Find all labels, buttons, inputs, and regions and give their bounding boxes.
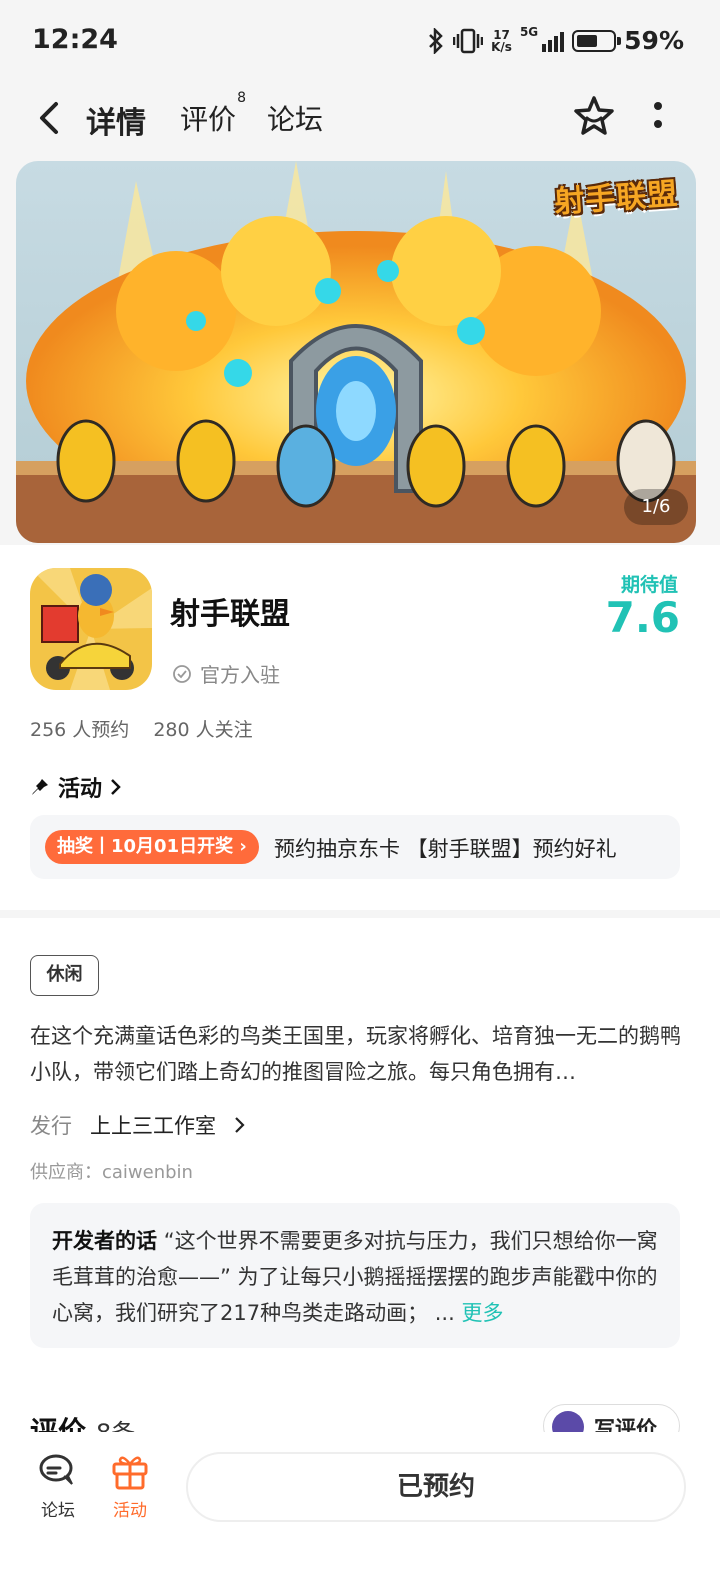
follower-count: 280 人关注 <box>153 719 253 741</box>
supplier-info: 供应商：caiwenbin <box>30 1162 193 1183</box>
top-nav: 详情 评价 8 论坛 <box>0 84 720 160</box>
game-title: 射手联盟 <box>170 597 290 632</box>
official-label: 官方入驻 <box>200 663 280 687</box>
developer-note-title: 开发者的话 <box>52 1229 157 1253</box>
game-app-icon <box>30 568 152 690</box>
net-speed: 17 K/s <box>491 29 512 53</box>
bottom-forum-button[interactable]: 论坛 <box>28 1452 88 1521</box>
activity-header[interactable]: 活动 <box>30 771 122 803</box>
status-time: 12:24 <box>32 24 118 55</box>
activity-description: 预约抽京东卡 【射手联盟】预约好礼 <box>274 837 617 861</box>
game-description[interactable]: 在这个充满童话色彩的鸟类王国里，玩家将孵化、培育独一无二的鹅鸭小队，带领它们踏上… <box>30 1018 684 1090</box>
lottery-chevron-icon: › <box>239 836 247 857</box>
reserved-button[interactable]: 已预约 <box>186 1452 686 1522</box>
game-header-section: 射手联盟 官方入驻 期待值 7.6 256 人预约 280 人关注 活动 抽奖丨… <box>0 545 720 910</box>
bottom-forum-label: 论坛 <box>41 1501 75 1521</box>
chevron-right-icon <box>111 779 121 795</box>
bluetooth-icon <box>429 27 443 54</box>
lottery-tag: 抽奖丨10月01日开奖 › <box>45 830 259 864</box>
expectation-score: 7.6 <box>605 593 680 642</box>
battery-percent: 59% <box>624 26 684 55</box>
official-badge: 官方入驻 <box>172 659 280 688</box>
status-bar: 12:24 17 K/s 5G 59% <box>0 0 720 84</box>
network-type: 5G <box>519 25 539 39</box>
screenshot-carousel[interactable]: 射手联盟 1/6 <box>16 161 696 543</box>
activity-item[interactable]: 抽奖丨10月01日开奖 › 预约抽京东卡 【射手联盟】预约好礼 <box>30 815 680 879</box>
more-link[interactable]: 更多 <box>461 1301 503 1325</box>
carousel-counter: 1/6 <box>624 489 688 525</box>
reservation-count: 256 人预约 <box>30 719 130 741</box>
battery-level <box>577 34 598 47</box>
activity-title: 活动 <box>58 777 103 802</box>
lottery-tag-label: 抽奖丨10月01日开奖 <box>57 836 234 857</box>
chevron-right-icon <box>235 1117 245 1133</box>
net-speed-value: 17 <box>493 27 510 42</box>
more-options-icon[interactable] <box>650 98 666 134</box>
favorite-star-icon[interactable] <box>572 94 616 138</box>
battery-icon <box>572 29 622 52</box>
gift-icon <box>112 1456 148 1490</box>
signal-icon <box>542 30 565 52</box>
developer-note[interactable]: 开发者的话 “这个世界不需要更多对抗与压力，我们只想给你一窝毛茸茸的治愈——” … <box>30 1203 680 1348</box>
bottom-action-bar: 论坛 活动 已预约 <box>0 1432 720 1588</box>
tab-reviews[interactable]: 评价 8 <box>180 90 246 138</box>
genre-tag[interactable]: 休闲 <box>30 955 99 996</box>
game-stats: 256 人预约 280 人关注 <box>30 715 253 742</box>
tab-forum[interactable]: 论坛 <box>267 98 323 138</box>
tab-details[interactable]: 详情 <box>84 98 148 142</box>
bottom-activity-label: 活动 <box>113 1501 147 1521</box>
reviews-count-badge: 8 <box>237 90 247 106</box>
publisher-name: 上上三工作室 <box>90 1114 216 1138</box>
publisher-label: 发行 <box>30 1114 72 1138</box>
banner-game-logo: 射手联盟 <box>553 176 680 221</box>
pin-icon <box>32 779 48 795</box>
publisher-row[interactable]: 发行 上上三工作室 <box>30 1110 246 1140</box>
forum-chat-icon <box>39 1454 73 1485</box>
tab-reviews-label: 评价 <box>180 103 237 136</box>
bottom-activity-button[interactable]: 活动 <box>100 1452 160 1521</box>
game-info-section: 休闲 在这个充满童话色彩的鸟类王国里，玩家将孵化、培育独一无二的鹅鸭小队，带领它… <box>0 918 720 1448</box>
net-speed-unit: K/s <box>491 39 512 54</box>
status-icons: 17 K/s 5G 59% <box>427 26 684 55</box>
vibrate-icon <box>453 28 484 53</box>
verified-check-icon <box>173 664 191 683</box>
back-icon[interactable] <box>30 98 70 138</box>
